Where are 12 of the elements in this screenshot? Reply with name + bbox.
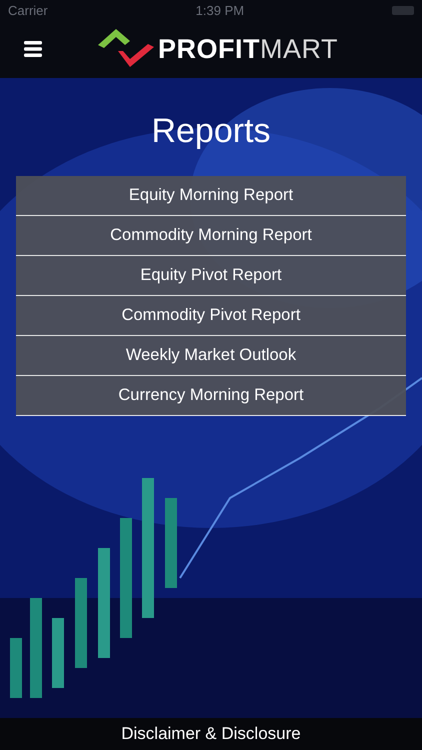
report-item[interactable]: Commodity Pivot Report (16, 296, 406, 336)
logo-text: PROFITMART (158, 34, 338, 64)
carrier-label: Carrier (8, 2, 48, 18)
page-title: Reports (151, 111, 271, 151)
report-item[interactable]: Commodity Morning Report (16, 216, 406, 256)
report-item[interactable]: Equity Pivot Report (16, 256, 406, 296)
report-item[interactable]: Equity Morning Report (16, 176, 406, 216)
battery-icon (392, 6, 414, 14)
report-item[interactable]: Weekly Market Outlook (16, 336, 406, 376)
menu-icon[interactable] (24, 41, 42, 57)
status-time: 1:39 PM (196, 2, 244, 18)
report-item[interactable]: Currency Morning Report (16, 376, 406, 416)
